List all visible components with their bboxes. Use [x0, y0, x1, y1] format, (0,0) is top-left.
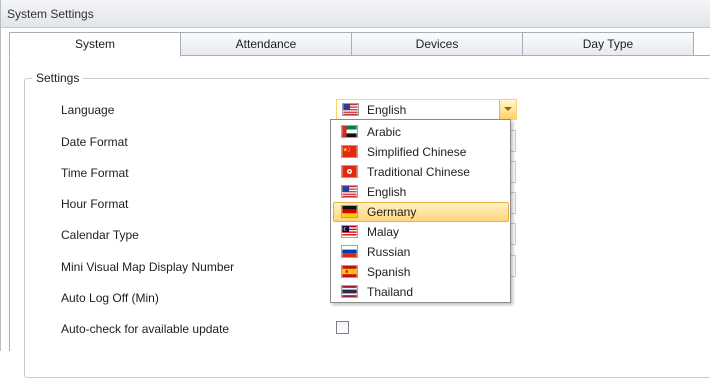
tab-attendance[interactable]: Attendance	[180, 32, 352, 56]
language-option-spanish[interactable]: Spanish	[333, 262, 509, 282]
mini-map-label: Mini Visual Map Display Number	[61, 260, 235, 274]
settings-group-title: Settings	[32, 71, 84, 85]
tab-system[interactable]: System	[9, 32, 181, 57]
language-dropdown-list: Arabic Simplified Chinese Traditional Ch…	[330, 119, 511, 303]
time-format-label: Time Format	[61, 166, 129, 180]
us-flag-icon	[342, 103, 359, 116]
window-title: System Settings	[7, 7, 94, 21]
date-format-label: Date Format	[61, 135, 128, 149]
hour-format-label: Hour Format	[61, 197, 129, 211]
chevron-down-icon[interactable]	[499, 100, 516, 119]
spain-flag-icon	[341, 265, 358, 278]
china-flag-icon	[341, 145, 358, 158]
auto-update-label: Auto-check for available update	[61, 322, 230, 336]
hong-kong-flag-icon	[341, 165, 358, 178]
option-label: Spanish	[367, 265, 411, 279]
option-label: Simplified Chinese	[367, 145, 467, 159]
malaysia-flag-icon	[341, 225, 358, 238]
auto-update-checkbox[interactable]	[336, 321, 349, 334]
option-label: Malay	[367, 225, 400, 239]
language-label: Language	[61, 103, 115, 117]
language-option-english[interactable]: English	[333, 182, 509, 202]
tab-devices[interactable]: Devices	[351, 32, 523, 56]
language-option-germany[interactable]: Germany	[333, 202, 509, 222]
calendar-type-label: Calendar Type	[61, 228, 139, 242]
language-option-malay[interactable]: Malay	[333, 222, 509, 242]
option-label: Arabic	[367, 125, 402, 139]
title-bar: System Settings	[1, 0, 710, 28]
us-flag-icon	[341, 185, 358, 198]
language-combobox[interactable]: English	[336, 99, 517, 120]
option-label: Thailand	[367, 285, 414, 299]
language-selected-value: English	[367, 103, 407, 117]
language-option-traditional-chinese[interactable]: Traditional Chinese	[333, 162, 509, 182]
language-option-russian[interactable]: Russian	[333, 242, 509, 262]
uae-flag-icon	[341, 125, 358, 138]
language-option-arabic[interactable]: Arabic	[333, 122, 509, 142]
germany-flag-icon	[341, 205, 358, 218]
system-settings-window: System Settings System Attendance Device…	[0, 0, 710, 378]
language-option-simplified-chinese[interactable]: Simplified Chinese	[333, 142, 509, 162]
thailand-flag-icon	[341, 285, 358, 298]
tab-day-type[interactable]: Day Type	[522, 32, 694, 56]
tab-strip: System Attendance Devices Day Type	[9, 32, 701, 57]
option-label: Russian	[367, 245, 411, 259]
option-label: Traditional Chinese	[367, 165, 470, 179]
option-label: English	[367, 185, 407, 199]
language-option-thailand[interactable]: Thailand	[333, 282, 509, 302]
auto-logoff-label: Auto Log Off (Min)	[61, 291, 159, 305]
russia-flag-icon	[341, 245, 358, 258]
option-label: Germany	[367, 205, 417, 219]
